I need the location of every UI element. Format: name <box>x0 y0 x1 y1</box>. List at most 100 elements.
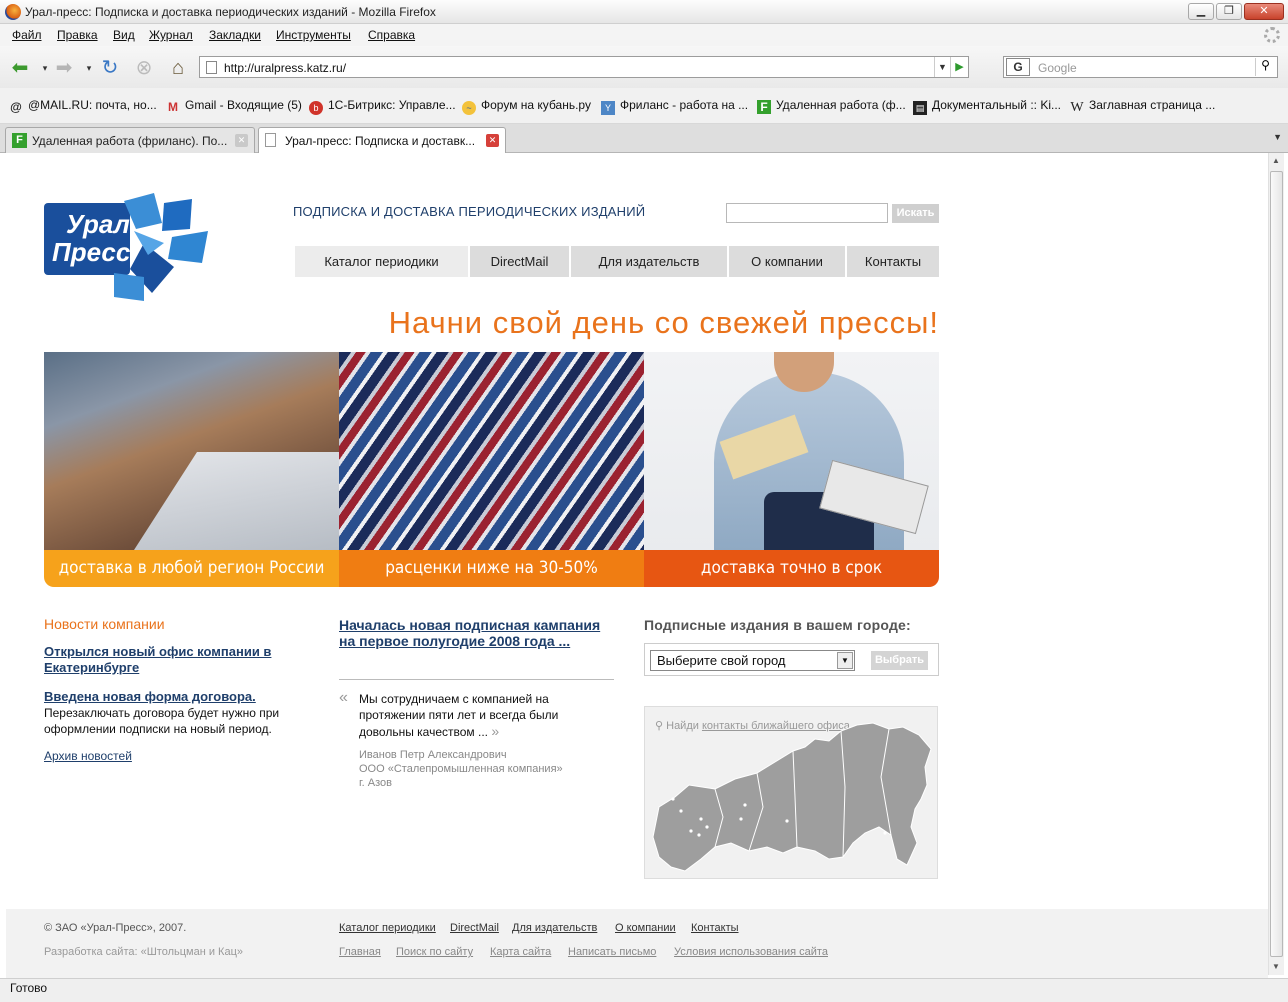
logo-text-ural: Урал <box>66 209 130 239</box>
uralpress-logo[interactable]: Урал Пресс <box>44 193 214 303</box>
testimonial-author: Иванов Петр Александрович ООО «Сталепром… <box>359 749 563 789</box>
page-icon <box>206 61 217 74</box>
nav-directmail[interactable]: DirectMail <box>470 246 571 277</box>
chevron-down-icon[interactable]: ▼ <box>837 652 853 669</box>
freelance-icon: Y <box>601 101 615 115</box>
at-icon: @ <box>10 100 22 114</box>
title-bar: Урал-пресс: Подписка и доставка периодич… <box>0 0 1288 24</box>
tab-close-icon[interactable]: ✕ <box>486 134 499 147</box>
news-link-contract[interactable]: Введена новая форма договора. <box>44 689 294 705</box>
caption-prices: расценки ниже на 30-50% <box>339 550 644 587</box>
vertical-scrollbar[interactable]: ▲ ▼ <box>1268 153 1284 975</box>
web-page: Урал Пресс ПОДПИСКА И ДОСТАВКА ПЕРИОДИЧЕ… <box>0 153 1268 978</box>
promo-banner: доставка в любой регион России расценки … <box>44 352 939 587</box>
testimonial-text: Мы сотрудничаем с компанией на протяжени… <box>359 692 559 739</box>
reload-icon[interactable]: ↻ <box>98 56 122 80</box>
menu-history[interactable]: Журнал <box>149 28 193 42</box>
scroll-thumb[interactable] <box>1270 171 1283 957</box>
nav-catalog[interactable]: Каталог периодики <box>295 246 470 277</box>
bookmark-mailru[interactable]: @ @MAIL.RU: почта, но... <box>9 98 157 114</box>
menu-help[interactable]: Справка <box>368 28 415 42</box>
footer-link-contacts[interactable]: Контакты <box>691 922 739 934</box>
nav-about[interactable]: О компании <box>729 246 847 277</box>
web-search-box[interactable]: G Google ⚲ <box>1003 56 1278 78</box>
bookmark-forum[interactable]: ~ Форум на кубань.ру <box>462 98 591 115</box>
maximize-button[interactable]: ❐ <box>1216 3 1242 20</box>
menu-edit[interactable]: Правка <box>57 28 98 42</box>
footer-link-catalog[interactable]: Каталог периодики <box>339 922 436 934</box>
site-footer: © ЗАО «Урал-Пресс», 2007. Разработка сай… <box>6 909 1268 978</box>
footer-link-directmail[interactable]: DirectMail <box>450 922 499 934</box>
menu-view[interactable]: Вид <box>113 28 135 42</box>
stop-icon[interactable]: ⊗ <box>132 56 156 80</box>
campaign-link[interactable]: Началась новая подписная кампания на пер… <box>339 617 614 649</box>
tab-list-icon[interactable]: ▼ <box>1273 132 1282 142</box>
footer-link-about[interactable]: О компании <box>615 922 676 934</box>
tab-uralpress[interactable]: Урал-пресс: Подписка и доставк... ✕ <box>258 127 506 154</box>
forum-icon: ~ <box>462 101 476 115</box>
logo-text-press: Пресс <box>52 237 131 267</box>
slogan: Начни свой день со свежей прессы! <box>388 305 939 340</box>
browser-window: Урал-пресс: Подписка и доставка периодич… <box>0 0 1288 1002</box>
city-selector-box: Выберите свой город ▼ Выбрать <box>644 643 939 676</box>
footer-link-home[interactable]: Главная <box>339 946 381 958</box>
footer-link-sitemap[interactable]: Карта сайта <box>490 946 551 958</box>
bookmark-documentary[interactable]: ▤ Документальный :: Ki... <box>913 98 1061 115</box>
url-dropdown-icon[interactable]: ▼ <box>934 57 950 77</box>
scroll-up-icon[interactable]: ▲ <box>1272 156 1280 165</box>
news-archive-link[interactable]: Архив новостей <box>44 749 132 763</box>
quote-close-mark: » <box>491 723 500 739</box>
minimize-button[interactable]: ▁ <box>1188 3 1214 20</box>
bookmark-wikipedia[interactable]: W Заглавная страница ... <box>1070 98 1215 115</box>
news-contract-text: Перезаключать договора будет нужно при о… <box>44 706 280 736</box>
menu-bookmarks[interactable]: Закладки <box>209 28 261 42</box>
go-icon[interactable]: ▶ <box>950 57 968 77</box>
menu-file[interactable]: Файл <box>12 28 42 42</box>
search-engine-icon[interactable]: G <box>1006 58 1030 76</box>
russia-map-shape <box>652 722 932 872</box>
tab-close-icon[interactable]: ✕ <box>235 134 248 147</box>
scroll-down-icon[interactable]: ▼ <box>1272 962 1280 971</box>
search-placeholder[interactable]: Google <box>1038 61 1077 75</box>
gmail-icon: M <box>168 100 178 114</box>
city-select[interactable]: Выберите свой город ▼ <box>650 650 855 671</box>
footer-link-publishers[interactable]: Для издательств <box>512 922 597 934</box>
footer-link-write[interactable]: Написать письмо <box>568 946 656 958</box>
footer-link-terms[interactable]: Условия использования сайта <box>674 946 828 958</box>
city-choose-button[interactable]: Выбрать <box>871 651 928 670</box>
developer-credit: Разработка сайта: «Штольцман и Кац» <box>44 946 243 958</box>
tab-remote-work[interactable]: F Удаленная работа (фриланс). По... ✕ <box>5 127 255 153</box>
status-text: Готово <box>10 981 48 995</box>
nav-contacts[interactable]: Контакты <box>847 246 939 277</box>
bookmark-freelance[interactable]: Y Фриланс - работа на ... <box>601 98 748 115</box>
bookmark-bitrix[interactable]: b 1С-Битрикс: Управле... <box>309 98 456 115</box>
caption-on-time: доставка точно в срок <box>644 550 939 587</box>
news-link-office[interactable]: Открылся новый офис компании в Екатеринб… <box>44 644 294 676</box>
page-icon <box>265 133 276 147</box>
url-bar[interactable]: http://uralpress.katz.ru/ ▼ ▶ <box>199 56 969 78</box>
home-icon[interactable]: ⌂ <box>166 56 190 80</box>
fl-icon: F <box>757 100 771 114</box>
bookmarks-toolbar: @ @MAIL.RU: почта, но... M Gmail - Входящи… <box>0 88 1288 124</box>
news-heading: Новости компании <box>44 616 165 632</box>
forward-arrow-icon[interactable]: ➡ <box>52 56 76 80</box>
copyright: © ЗАО «Урал-Пресс», 2007. <box>44 922 187 934</box>
bookmark-remote-work[interactable]: F Удаленная работа (ф... <box>757 98 906 114</box>
quote-open-mark: « <box>339 689 348 706</box>
tab-bar: F Удаленная работа (фриланс). По... ✕ Ур… <box>0 124 1288 154</box>
russia-map[interactable]: ⚲ Найди контакты ближайшего офиса <box>644 706 938 879</box>
bookmark-gmail[interactable]: M Gmail - Входящие (5) <box>166 98 302 114</box>
status-bar: Готово <box>0 978 1288 1002</box>
site-search-input[interactable] <box>726 203 888 223</box>
nav-publishers[interactable]: Для издательств <box>571 246 729 277</box>
close-button[interactable]: ✕ <box>1244 3 1284 20</box>
url-text[interactable]: http://uralpress.katz.ru/ <box>224 61 346 75</box>
site-search-button[interactable]: Искать <box>892 204 939 223</box>
firefox-icon <box>5 4 21 20</box>
caption-delivery-region: доставка в любой регион России <box>44 550 339 587</box>
footer-link-search[interactable]: Поиск по сайту <box>396 946 473 958</box>
search-icon[interactable]: ⚲ <box>1255 58 1275 76</box>
window-title: Урал-пресс: Подписка и доставка периодич… <box>25 5 436 19</box>
menu-tools[interactable]: Инструменты <box>276 28 351 42</box>
back-arrow-icon[interactable]: ⬅ <box>8 56 32 80</box>
